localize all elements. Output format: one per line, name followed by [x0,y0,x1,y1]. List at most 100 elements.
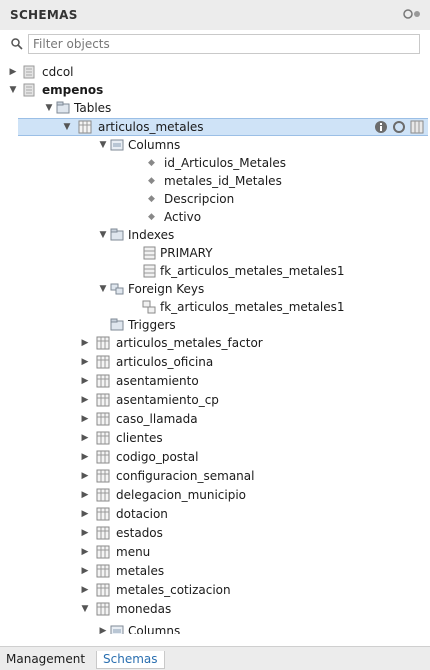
tab-management[interactable]: Management [0,651,91,668]
collapse-arrow-icon[interactable]: ▼ [80,600,90,618]
table-icon [96,545,110,559]
index-item[interactable]: fk_articulos_metales_metales1 [0,262,430,280]
tab-schemas[interactable]: Schemas [96,651,165,669]
columns-folder-icon [110,625,124,634]
table-label: metales [116,564,165,578]
tree-node-table[interactable]: ▶ metales [0,562,430,580]
collapse-arrow-icon[interactable]: ▼ [98,280,108,298]
triggers-folder-icon [110,318,124,331]
foreign-keys-folder-icon [110,283,124,295]
column-label: Descripcion [164,192,235,206]
expand-arrow-icon[interactable]: ▶ [80,524,90,542]
expand-arrow-icon[interactable]: ▶ [80,372,90,390]
column-item[interactable]: ◆ metales_id_Metales [0,172,430,190]
table-label: asentamiento_cp [116,393,219,407]
tree-node-table-selected[interactable]: ▼ articulos_metales [18,118,428,136]
panel-title: SCHEMAS [10,8,78,22]
tree-node-table[interactable]: ▶ codigo_postal [0,448,430,466]
table-label: articulos_metales_factor [116,336,263,350]
collapse-arrow-icon[interactable]: ▼ [98,136,108,154]
tree-node-table[interactable]: ▶ metales_cotizacion [0,581,430,599]
index-label: fk_articulos_metales_metales1 [160,264,345,278]
tree-node-table[interactable]: ▶ caso_llamada [0,410,430,428]
table-label: asentamiento [116,374,199,388]
column-label: id_Articulos_Metales [164,156,287,170]
tree-node-indexes[interactable]: ▼ Indexes [0,226,430,244]
tree-node-table[interactable]: ▶ articulos_metales_factor [0,334,430,352]
columns-folder-icon [110,139,124,151]
schema-tree: ▶ cdcol ▼ empenos ▼ Tables ▼ articulos_m… [0,63,430,634]
tree-node-foreign-keys[interactable]: ▼ Foreign Keys [0,280,430,298]
tree-node-columns[interactable]: ▼ Columns [0,136,430,154]
table-label: codigo_postal [116,450,199,464]
expand-arrow-icon[interactable]: ▶ [80,448,90,466]
foreign-keys-label: Foreign Keys [128,282,205,296]
expand-arrow-icon[interactable]: ▶ [80,505,90,523]
tree-node-table[interactable]: ▶ asentamiento [0,372,430,390]
index-icon [143,264,156,278]
expand-arrow-icon[interactable]: ▶ [98,622,108,634]
table-icon [78,120,92,134]
foreign-key-label: fk_articulos_metales_metales1 [160,300,345,314]
refresh-icon[interactable] [402,8,424,20]
tree-node-columns[interactable]: ▶ Columns [0,622,430,634]
column-label: metales_id_Metales [164,174,282,188]
index-label: PRIMARY [160,246,213,260]
table-label: estados [116,526,163,540]
tree-node-table[interactable]: ▶ clientes [0,429,430,447]
table-icon [96,583,110,597]
collapse-arrow-icon[interactable]: ▼ [44,99,54,117]
tree-node-table[interactable]: ▶ estados [0,524,430,542]
tree-node-table[interactable]: ▶ delegacion_municipio [0,486,430,504]
column-bullet-icon: ◆ [148,194,155,204]
collapse-arrow-icon[interactable]: ▼ [98,226,108,244]
tree-node-table[interactable]: ▶ dotacion [0,505,430,523]
table-icon [96,393,110,407]
table-data-icon[interactable] [410,120,424,134]
tree-node-table[interactable]: ▶ menu [0,543,430,561]
column-item[interactable]: ◆ id_Articulos_Metales [0,154,430,172]
expand-arrow-icon[interactable]: ▶ [8,63,18,81]
index-item[interactable]: PRIMARY [0,244,430,262]
tree-node-schema[interactable]: ▼ empenos [0,81,430,99]
filter-input[interactable] [28,34,420,54]
collapse-arrow-icon[interactable]: ▼ [62,119,72,135]
settings-icon[interactable] [392,120,406,134]
table-label: configuracion_semanal [116,469,255,483]
table-icon [96,507,110,521]
collapse-arrow-icon[interactable]: ▼ [8,81,18,99]
column-item[interactable]: ◆ Descripcion [0,190,430,208]
indexes-folder-icon [110,228,124,241]
column-bullet-icon: ◆ [148,176,155,186]
indexes-label: Indexes [128,228,175,242]
bottom-tab-bar: Management Schemas [0,646,430,670]
tree-node-tables[interactable]: ▼ Tables [0,99,430,117]
expand-arrow-icon[interactable]: ▶ [80,562,90,580]
tree-node-table[interactable]: ▼ monedas [0,600,430,618]
expand-arrow-icon[interactable]: ▶ [80,543,90,561]
column-item[interactable]: ◆ Activo [0,208,430,226]
info-icon[interactable] [374,120,388,134]
index-icon [143,246,156,260]
table-label: metales_cotizacion [116,583,231,597]
tree-node-table[interactable]: ▶ asentamiento_cp [0,391,430,409]
expand-arrow-icon[interactable]: ▶ [80,429,90,447]
table-label: articulos_oficina [116,355,214,369]
expand-arrow-icon[interactable]: ▶ [80,334,90,352]
tree-node-triggers[interactable]: Triggers [0,316,430,334]
tree-node-table[interactable]: ▶ articulos_oficina [0,353,430,371]
expand-arrow-icon[interactable]: ▶ [80,353,90,371]
expand-arrow-icon[interactable]: ▶ [80,467,90,485]
database-icon [23,83,35,97]
tree-node-table[interactable]: ▶ configuracion_semanal [0,467,430,485]
table-label: dotacion [116,507,168,521]
row-actions [374,120,424,134]
foreign-key-item[interactable]: fk_articulos_metales_metales1 [0,298,430,316]
expand-arrow-icon[interactable]: ▶ [80,486,90,504]
expand-arrow-icon[interactable]: ▶ [80,581,90,599]
expand-arrow-icon[interactable]: ▶ [80,391,90,409]
expand-arrow-icon[interactable]: ▶ [80,410,90,428]
tree-node-schema[interactable]: ▶ cdcol [0,63,430,81]
table-label: articulos_metales [98,120,204,134]
header-actions[interactable] [402,8,424,23]
